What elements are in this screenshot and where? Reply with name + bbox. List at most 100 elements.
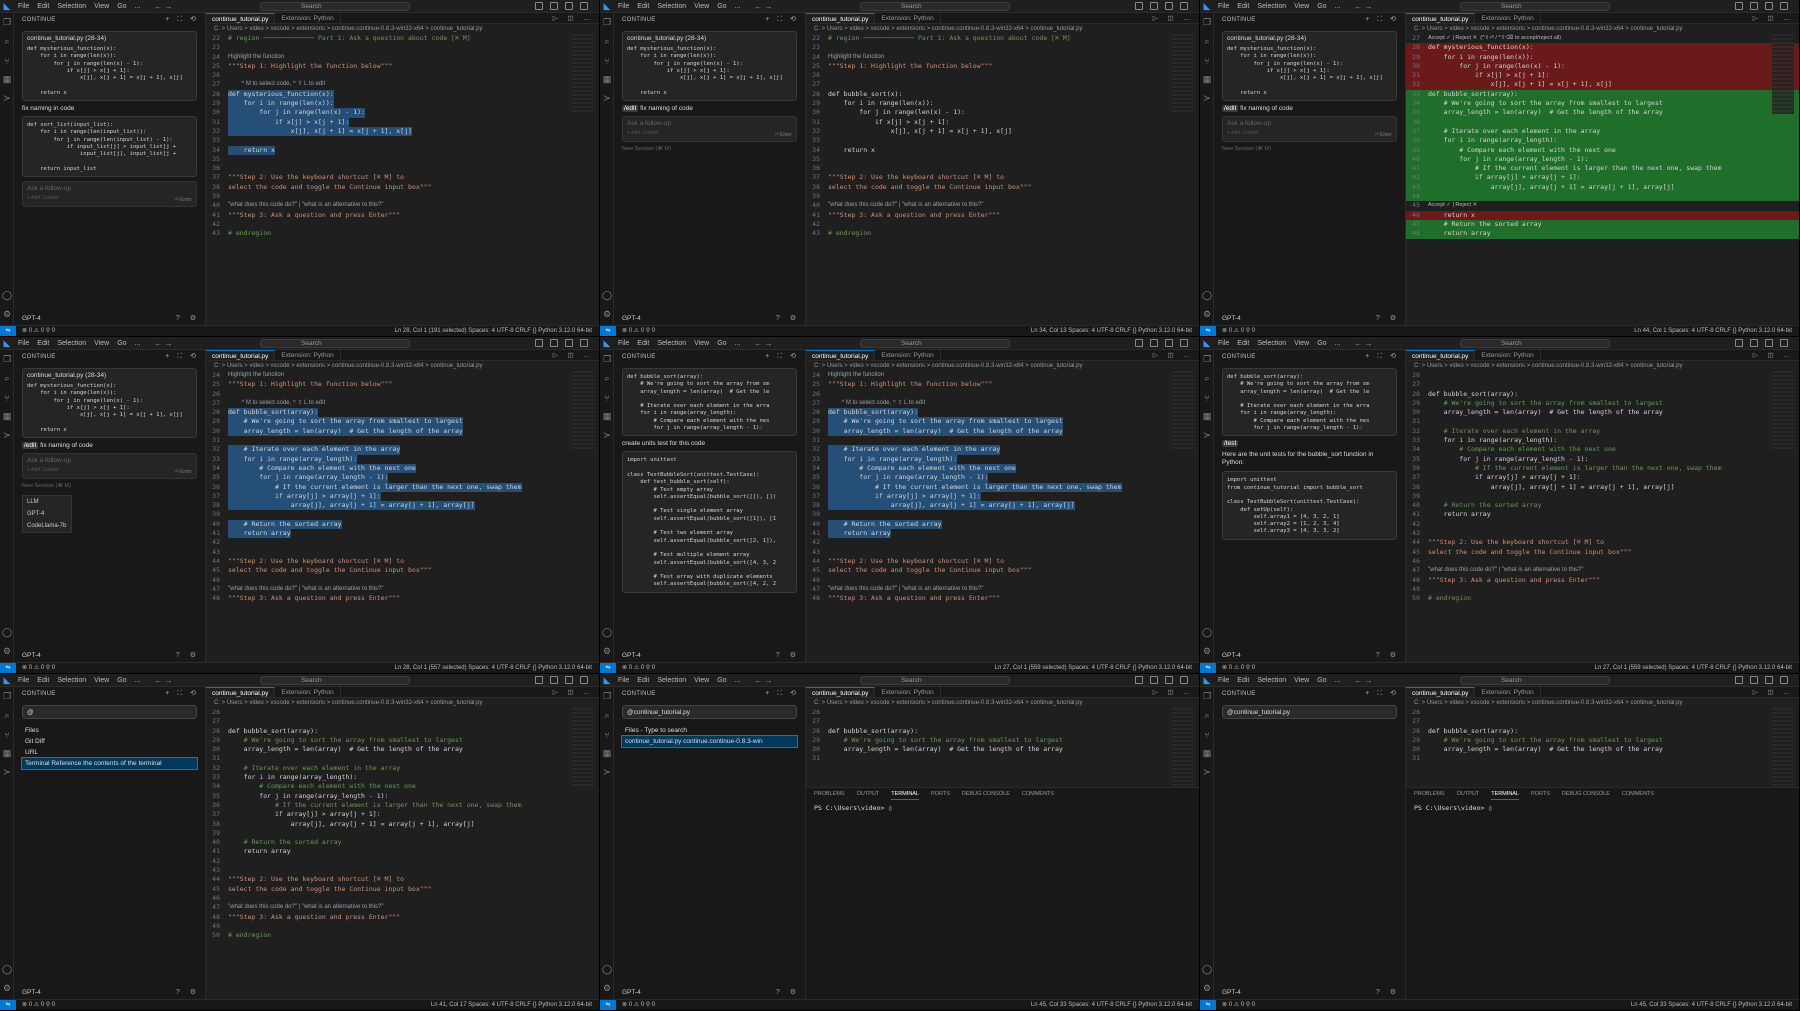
layout-toggle-icon[interactable] [550,339,558,347]
command-search[interactable]: Search [260,676,410,685]
terminal-prompt[interactable]: PS C:\Users\video> ▯ [806,800,1199,816]
menu-item[interactable]: Selection [653,677,690,684]
sidebar-actions-icon[interactable]: + ⛶ ⟲ [165,689,199,698]
model-selector[interactable]: GPT-4 [1222,989,1241,996]
tab-extension-python[interactable]: Extension: Python [1475,13,1541,23]
cursor-position[interactable]: Ln 44, Col 1 Spaces: 4 UTF-8 CRLF {} Pyt… [1634,326,1792,336]
model-selector[interactable]: GPT-4 [22,652,41,659]
settings-gear-icon[interactable]: ⚙ [1200,305,1214,324]
panel-tab[interactable]: OUTPUT [1457,788,1480,800]
menu-item[interactable]: Go [713,340,730,347]
menu-item[interactable]: Go [113,3,130,10]
model-selector[interactable]: GPT-4 [1222,652,1241,659]
cursor-position[interactable]: Ln 27, Col 1 (559 selected) Spaces: 4 UT… [995,663,1192,673]
run-split-icon[interactable]: ▷ ◫ … [1753,687,1794,698]
new-session-link[interactable]: New Session (⌘ M) [622,146,797,152]
extensions-icon[interactable]: ▦ [0,70,14,89]
run-split-icon[interactable]: ▷ ◫ … [1153,13,1194,24]
context-input[interactable]: @ [22,705,197,719]
help-settings-icon[interactable]: ? ⚙ [776,651,800,659]
menu-item[interactable]: Edit [633,677,653,684]
remote-icon[interactable]: ⇋ [0,1000,16,1010]
account-icon[interactable]: ◯ [1200,623,1214,642]
remote-icon[interactable]: ⇋ [0,663,16,673]
layout-toggle-icon[interactable] [1135,676,1143,684]
panel-tab[interactable]: TERMINAL [1491,788,1520,800]
help-settings-icon[interactable]: ? ⚙ [176,651,200,659]
menu-item[interactable]: ... [131,340,145,347]
layout-toggle-icon[interactable] [1780,339,1788,347]
nav-arrows-icon[interactable]: ← → [754,2,772,11]
command-search[interactable]: Search [860,339,1010,348]
problems-count[interactable]: ⊗ 0 ⚠ 0 ⚲ 0 [1222,663,1255,673]
terminal-prompt[interactable]: PS C:\Users\video> ▯ [1406,800,1799,816]
layout-toggle-icon[interactable] [1735,676,1743,684]
layout-toggle-icon[interactable] [535,339,543,347]
layout-toggle-icon[interactable] [1150,676,1158,684]
context-provider-option[interactable]: Files [22,725,197,736]
layout-toggle-icon[interactable] [1735,2,1743,10]
menu-item[interactable]: View [1290,340,1313,347]
remote-icon[interactable]: ⇋ [1200,1000,1216,1010]
remote-icon[interactable]: ⇋ [600,326,616,336]
add-context-button[interactable]: + Add Context [1227,130,1392,136]
context-input[interactable]: @continue_tutorial.py [622,705,797,719]
search-icon[interactable]: ⌕ [1200,32,1214,51]
account-icon[interactable]: ◯ [1200,286,1214,305]
layout-toggle-icon[interactable] [1180,2,1188,10]
tab-continue-tutorial[interactable]: continue_tutorial.py [806,350,876,360]
settings-gear-icon[interactable]: ⚙ [0,979,14,998]
problems-count[interactable]: ⊗ 0 ⚠ 0 ⚲ 0 [1222,326,1255,336]
menu-item[interactable]: View [1290,3,1313,10]
source-control-icon[interactable]: ⑂ [600,725,614,744]
continue-icon[interactable]: ≻ [0,89,14,108]
cursor-position[interactable]: Ln 28, Col 1 (191 selected) Spaces: 4 UT… [395,326,592,336]
tab-extension-python[interactable]: Extension: Python [275,350,341,360]
tab-extension-python[interactable]: Extension: Python [275,687,341,697]
file-option[interactable]: continue_tutorial.py continue.continue-0… [621,735,798,748]
panel-tab[interactable]: DEBUG CONSOLE [1562,788,1610,800]
command-search[interactable]: Search [260,339,410,348]
extensions-icon[interactable]: ▦ [600,407,614,426]
menu-item[interactable]: ... [731,3,745,10]
command-search[interactable]: Search [1460,339,1610,348]
tab-extension-python[interactable]: Extension: Python [1475,687,1541,697]
menu-item[interactable]: File [614,3,633,10]
account-icon[interactable]: ◯ [0,623,14,642]
run-split-icon[interactable]: ▷ ◫ … [553,350,594,361]
panel-tab[interactable]: PORTS [931,788,950,800]
help-settings-icon[interactable]: ? ⚙ [176,988,200,996]
remote-icon[interactable]: ⇋ [1200,326,1216,336]
menu-item[interactable]: Edit [633,3,653,10]
layout-toggle-icon[interactable] [580,676,588,684]
model-selector[interactable]: GPT-4 [22,315,41,322]
new-session-link[interactable]: New Session (⌘ M) [22,483,197,489]
layout-toggle-icon[interactable] [535,676,543,684]
menu-item[interactable]: Go [1313,3,1330,10]
source-control-icon[interactable]: ⑂ [0,388,14,407]
model-option[interactable]: LLM [23,496,71,508]
account-icon[interactable]: ◯ [600,623,614,642]
settings-gear-icon[interactable]: ⚙ [600,642,614,661]
sidebar-actions-icon[interactable]: + ⛶ ⟲ [765,15,799,24]
layout-toggle-icon[interactable] [580,2,588,10]
extensions-icon[interactable]: ▦ [1200,70,1214,89]
menu-item[interactable]: Selection [53,340,90,347]
panel-tab[interactable]: OUTPUT [857,788,880,800]
model-selector[interactable]: GPT-4 [622,652,641,659]
follow-up-input[interactable]: Ask a follow-up + Add Context ⏎ Enter [22,453,197,480]
extensions-icon[interactable]: ▦ [1200,744,1214,763]
context-provider-option[interactable]: Terminal Reference the contents of the t… [21,757,198,770]
problems-count[interactable]: ⊗ 0 ⚠ 0 ⚲ 0 [622,1000,655,1010]
menu-item[interactable]: Selection [1253,3,1290,10]
menu-item[interactable]: View [90,3,113,10]
menu-item[interactable]: Go [113,340,130,347]
layout-toggle-icon[interactable] [1150,2,1158,10]
nav-arrows-icon[interactable]: ← → [754,676,772,685]
follow-up-input[interactable]: Ask a follow-up + Add Context ⏎ Enter [1222,116,1397,143]
layout-toggle-icon[interactable] [580,339,588,347]
menu-item[interactable]: Selection [53,677,90,684]
tab-continue-tutorial[interactable]: continue_tutorial.py [806,13,876,23]
tab-extension-python[interactable]: Extension: Python [875,687,941,697]
menu-item[interactable]: Edit [1233,340,1253,347]
